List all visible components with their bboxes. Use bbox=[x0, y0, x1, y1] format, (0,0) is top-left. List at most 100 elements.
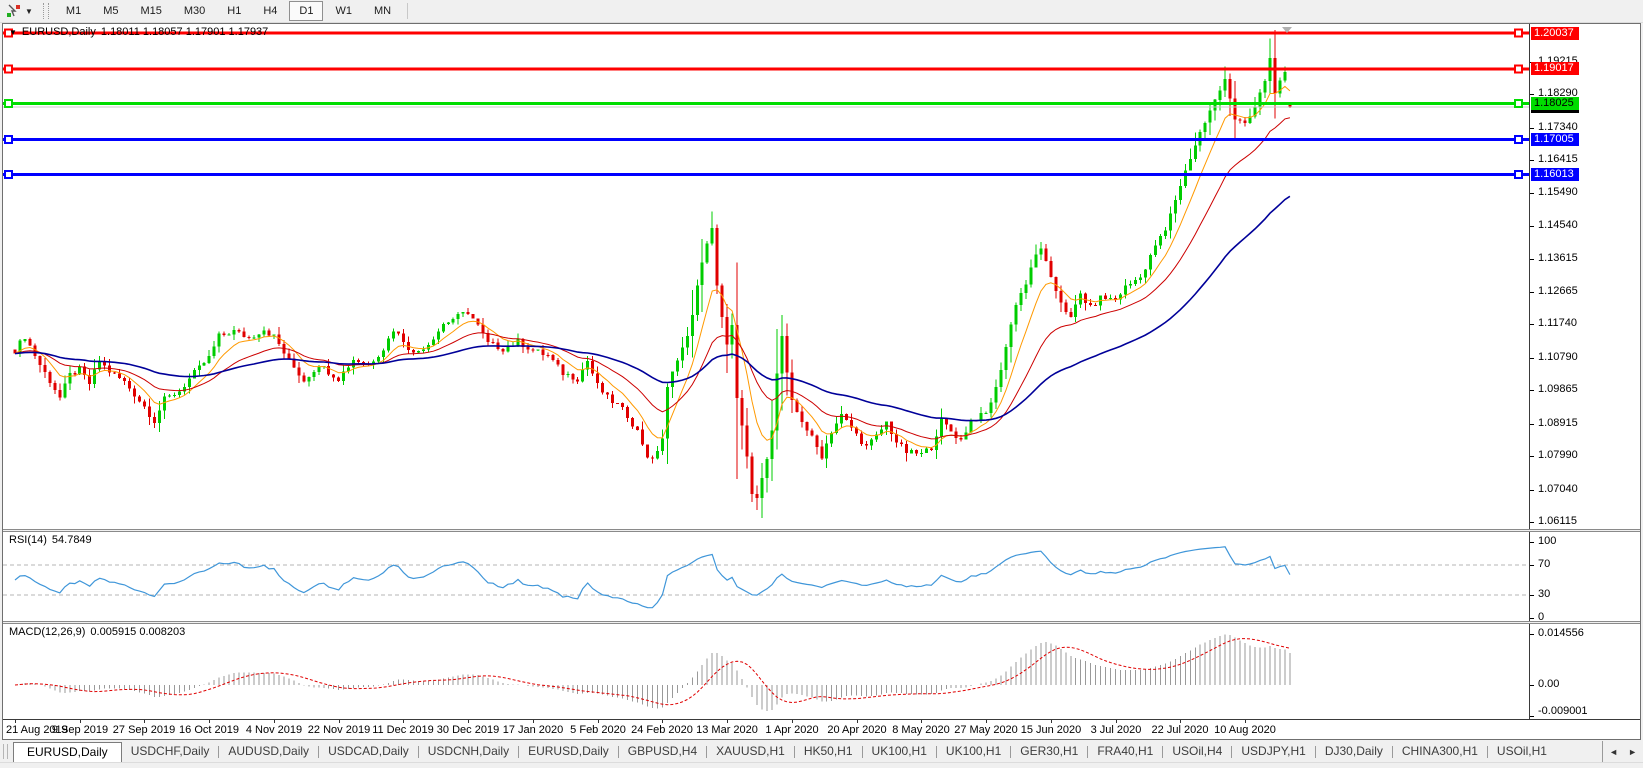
price-level-tag: 1.17005 bbox=[1531, 133, 1579, 146]
price-tick-mark bbox=[1530, 490, 1534, 491]
timeframe-button-h1[interactable]: H1 bbox=[217, 1, 251, 21]
price-level-tag: 1.19017 bbox=[1531, 62, 1579, 75]
timeframe-button-d1[interactable]: D1 bbox=[289, 1, 323, 21]
horizontal-line-support-3[interactable] bbox=[3, 171, 1529, 178]
horizontal-line-support-2[interactable] bbox=[3, 136, 1529, 143]
rsi-label: RSI(14) 54.7849 bbox=[9, 534, 92, 546]
date-tick-mark bbox=[80, 720, 81, 723]
toolbar-separator bbox=[407, 3, 408, 19]
chart-tab-hk50-h1[interactable]: HK50,H1 bbox=[795, 742, 862, 761]
rsi-tick-mark bbox=[1530, 542, 1534, 543]
date-label: 17 Jan 2020 bbox=[503, 724, 564, 736]
horizontal-line-support-1[interactable] bbox=[3, 100, 1529, 107]
chart-tab-usoil-h1[interactable]: USOil,H1 bbox=[1488, 742, 1556, 761]
timeframe-button-h4[interactable]: H4 bbox=[253, 1, 287, 21]
price-tick-mark bbox=[1530, 456, 1534, 457]
timeframe-buttons: M1M5M15M30H1H4D1W1MN bbox=[55, 1, 402, 21]
rsi-plot bbox=[3, 532, 1529, 621]
price-tick-mark bbox=[1530, 160, 1534, 161]
date-label: 8 May 2020 bbox=[892, 724, 949, 736]
chart-tab-eurusd-daily[interactable]: EURUSD,Daily bbox=[13, 742, 122, 763]
symbol-menu-caret-icon[interactable]: ▼ bbox=[9, 28, 17, 37]
chart-tab-fra40-h1[interactable]: FRA40,H1 bbox=[1088, 742, 1162, 761]
rsi-pane[interactable]: RSI(14) 54.7849 10070300 bbox=[3, 532, 1640, 621]
chart-tab-usdchf-daily[interactable]: USDCHF,Daily bbox=[122, 742, 219, 761]
date-tick-mark bbox=[598, 720, 599, 723]
macd-values: 0.005915 0.008203 bbox=[90, 626, 185, 638]
rsi-tick-label: 30 bbox=[1538, 588, 1550, 601]
chart-tab-usdcnh-daily[interactable]: USDCNH,Daily bbox=[419, 742, 518, 761]
tool-dropdown-caret-icon[interactable]: ▼ bbox=[25, 7, 33, 16]
price-tick-label: 1.11740 bbox=[1538, 317, 1577, 330]
date-label: 13 Mar 2020 bbox=[696, 724, 758, 736]
chart-tab-ger30-h1[interactable]: GER30,H1 bbox=[1011, 742, 1087, 761]
rsi-value: 54.7849 bbox=[52, 534, 92, 546]
timeframe-button-m15[interactable]: M15 bbox=[130, 1, 171, 21]
date-tick-mark bbox=[792, 720, 793, 723]
date-label: 3 Jul 2020 bbox=[1091, 724, 1142, 736]
candlestick-chart[interactable] bbox=[3, 24, 1529, 529]
toolbar-grip[interactable] bbox=[43, 3, 49, 19]
timeframe-button-m5[interactable]: M5 bbox=[93, 1, 128, 21]
price-tick-mark bbox=[1530, 259, 1534, 260]
date-tick-mark bbox=[1051, 720, 1052, 723]
rsi-tick-mark bbox=[1530, 595, 1534, 596]
tab-scroll-left-icon[interactable]: ◄ bbox=[1609, 747, 1618, 757]
chart-title: ▼ EURUSD,Daily 1.18011 1.18057 1.17901 1… bbox=[9, 26, 268, 38]
timeframe-button-w1[interactable]: W1 bbox=[325, 1, 362, 21]
chart-tab-usdjpy-h1[interactable]: USDJPY,H1 bbox=[1232, 742, 1314, 761]
timeframe-button-mn[interactable]: MN bbox=[364, 1, 401, 21]
chart-tab-usdcad-daily[interactable]: USDCAD,Daily bbox=[319, 742, 418, 761]
macd-pane[interactable]: MACD(12,26,9) 0.005915 0.008203 0.014556… bbox=[3, 624, 1640, 719]
rsi-tick-mark bbox=[1530, 618, 1534, 619]
macd-plot bbox=[3, 624, 1529, 719]
price-tick-mark bbox=[1530, 226, 1534, 227]
price-tick-label: 1.07990 bbox=[1538, 449, 1578, 462]
date-tick-mark bbox=[857, 720, 858, 723]
horizontal-line-resistance-2[interactable] bbox=[3, 65, 1529, 72]
chart-tabs: EURUSD,DailyUSDCHF,DailyAUDUSD,DailyUSDC… bbox=[13, 741, 1602, 762]
date-tick-mark bbox=[403, 720, 404, 723]
date-label: 4 Nov 2019 bbox=[246, 724, 302, 736]
date-tick-mark bbox=[468, 720, 469, 723]
main-chart-pane[interactable]: ▼ EURUSD,Daily 1.18011 1.18057 1.17901 1… bbox=[3, 24, 1640, 529]
date-tick-mark bbox=[144, 720, 145, 723]
timeframe-button-m30[interactable]: M30 bbox=[174, 1, 215, 21]
chart-tab-audusd-daily[interactable]: AUDUSD,Daily bbox=[219, 742, 318, 761]
price-tick-mark bbox=[1530, 390, 1534, 391]
chart-tab-dj30-daily[interactable]: DJ30,Daily bbox=[1316, 742, 1392, 761]
timeframe-button-m1[interactable]: M1 bbox=[56, 1, 91, 21]
crosshair-tool-icon[interactable] bbox=[3, 2, 25, 20]
tabbar-grip[interactable] bbox=[3, 744, 8, 759]
status-bar bbox=[0, 762, 1643, 768]
tab-scroll-right-icon[interactable]: ► bbox=[1628, 747, 1637, 757]
date-label: 16 Oct 2019 bbox=[179, 724, 239, 736]
price-tick-mark bbox=[1530, 193, 1534, 194]
chart-tab-china300-h1[interactable]: CHINA300,H1 bbox=[1393, 742, 1487, 761]
rsi-line bbox=[15, 547, 1290, 608]
chart-tab-xauusd-h1[interactable]: XAUUSD,H1 bbox=[707, 742, 794, 761]
chart-tab-gbpusd-h4[interactable]: GBPUSD,H4 bbox=[619, 742, 706, 761]
price-level-tag: 1.16013 bbox=[1531, 168, 1579, 181]
price-tick-mark bbox=[1530, 358, 1534, 359]
price-tick-label: 1.12665 bbox=[1538, 285, 1578, 298]
chart-tab-usoil-h4[interactable]: USOil,H4 bbox=[1163, 742, 1231, 761]
date-label: 27 May 2020 bbox=[954, 724, 1018, 736]
macd-tick-mark bbox=[1530, 716, 1534, 717]
date-tick-mark bbox=[209, 720, 210, 723]
macd-name: MACD(12,26,9) bbox=[9, 626, 85, 638]
date-label: 22 Nov 2019 bbox=[308, 724, 370, 736]
price-tick-label: 1.07040 bbox=[1538, 483, 1578, 496]
price-level-tag: 1.20037 bbox=[1531, 27, 1579, 40]
price-tick-mark bbox=[1530, 324, 1534, 325]
chart-tabbar: EURUSD,DailyUSDCHF,DailyAUDUSD,DailyUSDC… bbox=[0, 741, 1643, 762]
date-label: 22 Jul 2020 bbox=[1152, 724, 1209, 736]
price-tick-mark bbox=[1530, 94, 1534, 95]
chart-tab-uk100-h1[interactable]: UK100,H1 bbox=[863, 742, 936, 761]
price-tick-mark bbox=[1530, 292, 1534, 293]
price-tick-label: 1.15490 bbox=[1538, 186, 1578, 199]
chart-tab-uk100-h1[interactable]: UK100,H1 bbox=[937, 742, 1010, 761]
date-tick-mark bbox=[727, 720, 728, 723]
date-tick-mark bbox=[662, 720, 663, 723]
chart-tab-eurusd-daily[interactable]: EURUSD,Daily bbox=[519, 742, 618, 761]
